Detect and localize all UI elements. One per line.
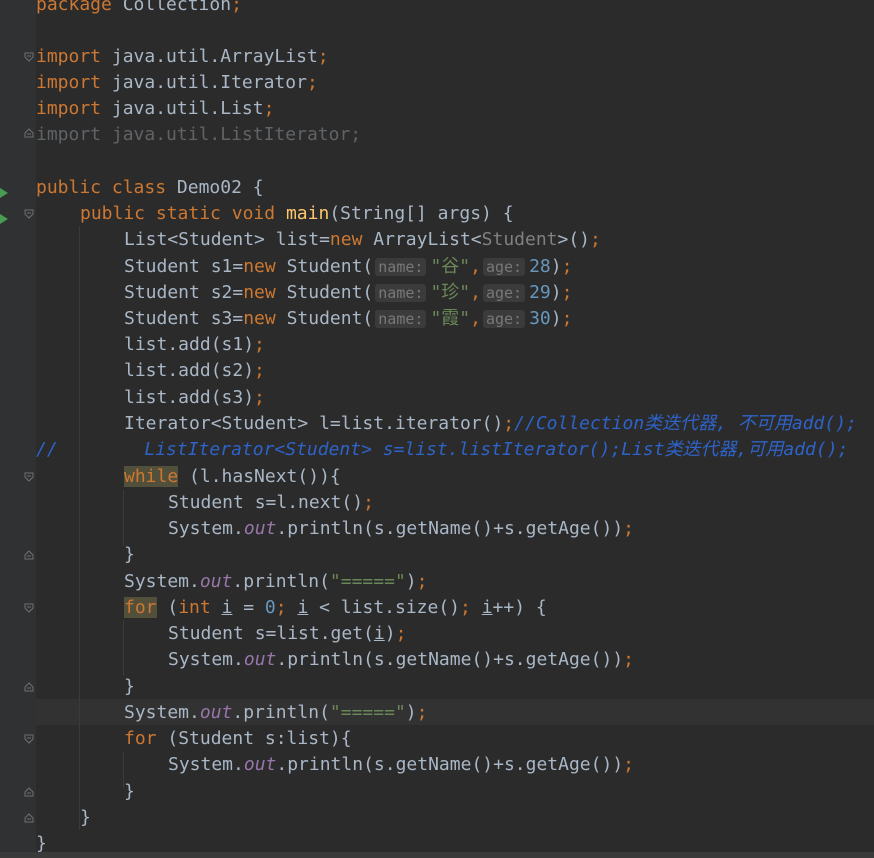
code-line-foreach: for (Student s:list){ — [124, 728, 352, 749]
indent-guide — [79, 226, 80, 830]
code-line: list.add(s2); — [124, 360, 265, 381]
parameter-hint: age: — [482, 310, 526, 328]
code-line: System.out.println(s.getName()+s.getAge(… — [168, 649, 634, 670]
code-line: } — [124, 544, 135, 565]
code-line: list.add(s1); — [124, 334, 265, 355]
code-line-main-decl: public static void main(String[] args) { — [80, 203, 514, 224]
run-method-icon[interactable] — [0, 208, 8, 224]
fold-icon[interactable] — [24, 550, 34, 560]
parameter-hint: name: — [375, 310, 427, 328]
code-line-import-unused: import java.util.ListIterator; — [36, 124, 362, 145]
code-line-for: for (int i = 0; i < list.size(); i++) { — [124, 597, 547, 618]
parameter-hint: age: — [482, 258, 526, 276]
code-line: System.out.println("====="); — [124, 571, 428, 592]
code-line-while: while (l.hasNext()){ — [124, 466, 341, 487]
fold-icon[interactable] — [24, 209, 34, 219]
code-line: Student s3=new Student(name: "霞", age: 30); — [124, 308, 573, 329]
code-line: List<Student> list=new ArrayList<Student… — [124, 229, 601, 250]
parameter-hint: age: — [482, 284, 526, 302]
code-line: Student s1=new Student(name: "谷", age: 28); — [124, 256, 573, 277]
code-line: } — [80, 807, 91, 828]
parameter-hint: name: — [375, 284, 427, 302]
fold-icon[interactable] — [24, 472, 34, 482]
code-line-current: System.out.println("====="); — [124, 702, 428, 723]
fold-icon[interactable] — [24, 603, 34, 613]
code-line-package: package Collection; — [36, 0, 242, 15]
code-line: } — [124, 781, 135, 802]
code-line-class-decl: public class Demo02 { — [36, 177, 264, 198]
code-line: Student s=l.next(); — [168, 492, 374, 513]
code-line-commented: // ListIterator<Student> s=list.listIter… — [36, 437, 848, 463]
run-class-icon[interactable] — [0, 182, 8, 198]
horizontal-scrollbar[interactable] — [0, 852, 874, 858]
code-line-import: import java.util.List; — [36, 98, 275, 119]
fold-icon[interactable] — [24, 52, 34, 62]
fold-icon[interactable] — [24, 682, 34, 692]
code-line: System.out.println(s.getName()+s.getAge(… — [168, 754, 634, 775]
code-line: Student s=list.get(i); — [168, 623, 407, 644]
code-line: list.add(s3); — [124, 387, 265, 408]
code-editor[interactable]: package Collection; import java.util.Arr… — [0, 0, 874, 858]
fold-icon[interactable] — [24, 734, 34, 744]
fold-icon[interactable] — [24, 128, 34, 138]
code-comment: // ListIterator<Student> s=list.listIter… — [36, 439, 849, 460]
indent-guide — [123, 490, 124, 546]
fold-icon[interactable] — [24, 813, 34, 823]
code-line: } — [124, 676, 135, 697]
fold-icon[interactable] — [24, 787, 34, 797]
code-line-iterator: Iterator<Student> l=list.iterator();//Co… — [124, 413, 857, 434]
code-line-import: import java.util.ArrayList; — [36, 46, 329, 67]
parameter-hint: name: — [375, 258, 427, 276]
code-comment: //Collection类迭代器, 不可用add(); — [514, 413, 857, 434]
code-line: System.out.println(s.getName()+s.getAge(… — [168, 518, 634, 539]
code-line: Student s2=new Student(name: "珍", age: 29); — [124, 282, 573, 303]
code-line-import: import java.util.Iterator; — [36, 72, 318, 93]
indent-guide — [123, 620, 124, 676]
